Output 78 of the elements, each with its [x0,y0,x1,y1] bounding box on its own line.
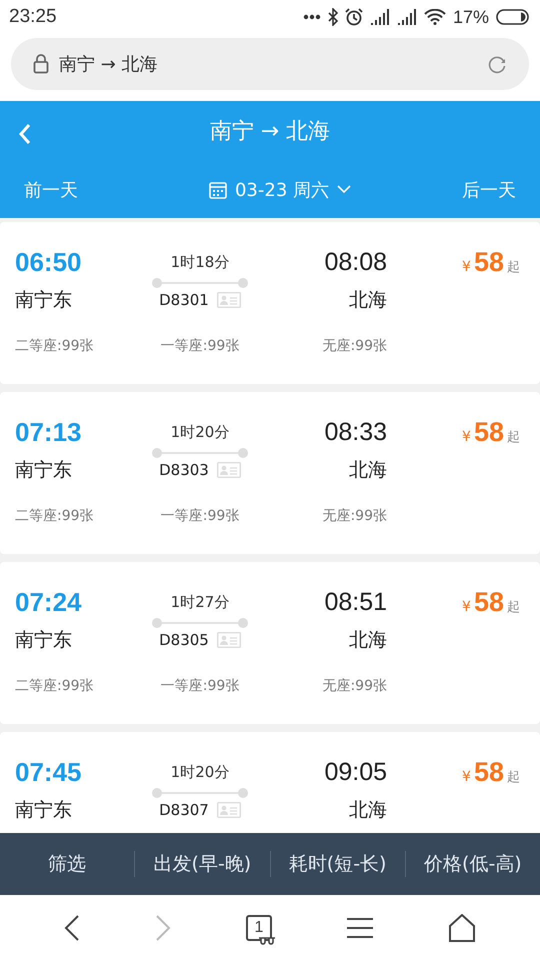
sort-option[interactable]: 出发(早-晚) [135,833,270,895]
ticket-price: 58 [474,756,504,788]
sort-option[interactable]: 耗时(短-长) [270,833,405,895]
travel-duration: 1时20分 [170,762,230,782]
departure-station: 南宁东 [15,458,73,483]
train-card[interactable]: 07:24 1时27分 08:51 ¥58 起 南宁东 D8305 北海 二等座:99张 一等座:99张 无座:99张 [0,562,540,724]
arrival-station: 北海 [349,798,387,823]
currency-symbol: ¥ [462,428,471,444]
calendar-icon [208,180,227,198]
travel-duration: 1时18分 [170,252,230,272]
arrival-station: 北海 [349,628,387,653]
train-number: D8307 [159,801,209,819]
currency-symbol: ¥ [462,598,471,614]
bluetooth-icon [328,8,338,26]
departure-time: 07:24 [15,586,82,618]
more-icon [302,14,321,20]
train-number: D8303 [159,461,209,479]
wifi-icon [424,9,446,25]
ticket-price: 58 [474,586,504,618]
departure-time: 06:50 [15,246,82,278]
train-number: D8301 [159,291,209,309]
travel-duration: 1时27分 [170,592,230,612]
refresh-icon[interactable] [487,54,507,74]
route-line-icon [151,617,249,629]
seat-availability: 一等座:99张 [160,337,240,355]
id-card-icon [216,292,241,308]
battery-percent: 17% [452,6,489,28]
seat-availability: 一等座:99张 [160,507,240,525]
price-suffix: 起 [507,258,520,276]
price-suffix: 起 [507,428,520,446]
seat-availability: 二等座:99张 [15,507,95,525]
train-card[interactable]: 07:13 1时20分 08:33 ¥58 起 南宁东 D8303 北海 二等座:99张 一等座:99张 无座:99张 [0,392,540,554]
arrival-time: 08:08 [324,248,387,276]
arrival-time: 09:05 [324,758,387,786]
glasses-icon [258,936,276,944]
arrival-station: 北海 [349,288,387,313]
arrival-station: 北海 [349,458,387,483]
train-number: D8305 [159,631,209,649]
ticket-price: 58 [474,246,504,278]
seat-availability: 一等座:99张 [160,677,240,695]
arrival-time: 08:33 [324,418,387,446]
seat-availability: 无座:99张 [322,677,387,695]
travel-duration: 1时20分 [170,422,230,442]
seat-availability: 二等座:99张 [15,337,95,355]
id-card-icon [216,462,241,478]
route-line-icon [151,447,249,459]
sort-option[interactable]: 价格(低-高) [406,833,540,895]
id-card-icon [216,802,241,818]
sort-option[interactable]: 筛选 [0,833,134,895]
departure-station: 南宁东 [15,628,73,653]
currency-symbol: ¥ [462,768,471,784]
page-url: 南宁 → 北海 [59,53,159,76]
route-line-icon [151,277,249,289]
arrival-time: 08:51 [324,588,387,616]
route-line-icon [151,787,249,799]
route-title: 南宁 → 北海 [210,118,330,146]
signal-icon [370,9,390,25]
departure-station: 南宁东 [15,798,73,823]
price-suffix: 起 [507,768,520,786]
id-card-icon [216,632,241,648]
ticket-price: 58 [474,416,504,448]
seat-availability: 无座:99张 [322,337,387,355]
seat-availability: 二等座:99张 [15,677,95,695]
battery-icon [496,9,530,25]
train-card[interactable]: 06:50 1时18分 08:08 ¥58 起 南宁东 D8301 北海 二等座:99张 一等座:99张 无座:99张 [0,222,540,384]
price-suffix: 起 [507,598,520,616]
departure-time: 07:13 [15,416,82,448]
seat-availability: 无座:99张 [322,507,387,525]
departure-time: 07:45 [15,756,82,788]
departure-station: 南宁东 [15,288,73,313]
train-card[interactable]: 07:45 1时20分 09:05 ¥58 起 南宁东 D8307 北海 [0,732,540,833]
alarm-icon [344,8,363,26]
signal-icon [396,9,417,25]
address-field[interactable]: 南宁 → 北海 [11,38,529,90]
caret-icon [337,185,352,194]
currency-symbol: ¥ [462,258,471,274]
lock-icon [33,54,49,74]
clock-time: 23:25 [9,6,58,28]
